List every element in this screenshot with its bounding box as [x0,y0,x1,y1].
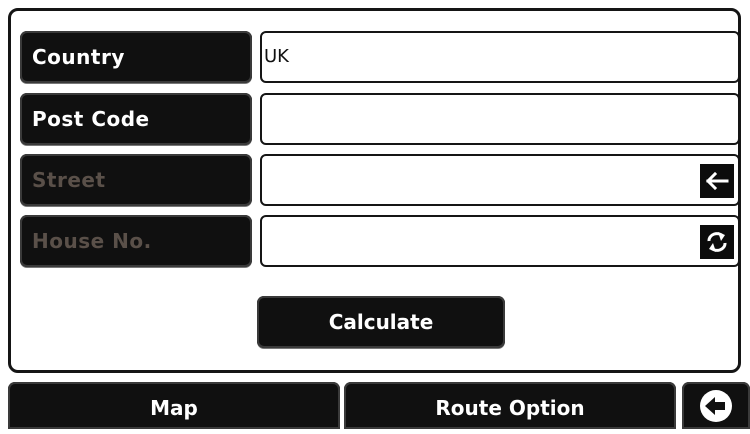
house-no-row: House No. [20,215,740,267]
arrow-left-icon[interactable] [700,164,734,198]
calculate-button[interactable]: Calculate [257,296,505,348]
post-code-field[interactable] [260,93,740,145]
house-no-field[interactable] [260,215,740,267]
swap-arrows-icon[interactable] [700,225,734,259]
street-field[interactable] [260,154,740,206]
country-row: Country UK [20,31,740,83]
swap-arrows-icon-graphic [707,232,727,252]
route-option-button[interactable]: Route Option [344,382,676,429]
post-code-button[interactable]: Post Code [20,93,252,145]
street-row: Street [20,154,740,206]
arrow-left-icon-graphic [705,172,729,190]
address-entry-panel: Country UK Post Code Street House No. Ca… [8,8,741,373]
street-button[interactable]: Street [20,154,252,206]
country-field[interactable]: UK [260,31,740,83]
map-button[interactable]: Map [8,382,340,429]
country-button[interactable]: Country [20,31,252,83]
post-code-row: Post Code [20,93,740,145]
house-no-button[interactable]: House No. [20,215,252,267]
back-arrow-icon [700,389,732,422]
back-button[interactable] [682,382,750,429]
